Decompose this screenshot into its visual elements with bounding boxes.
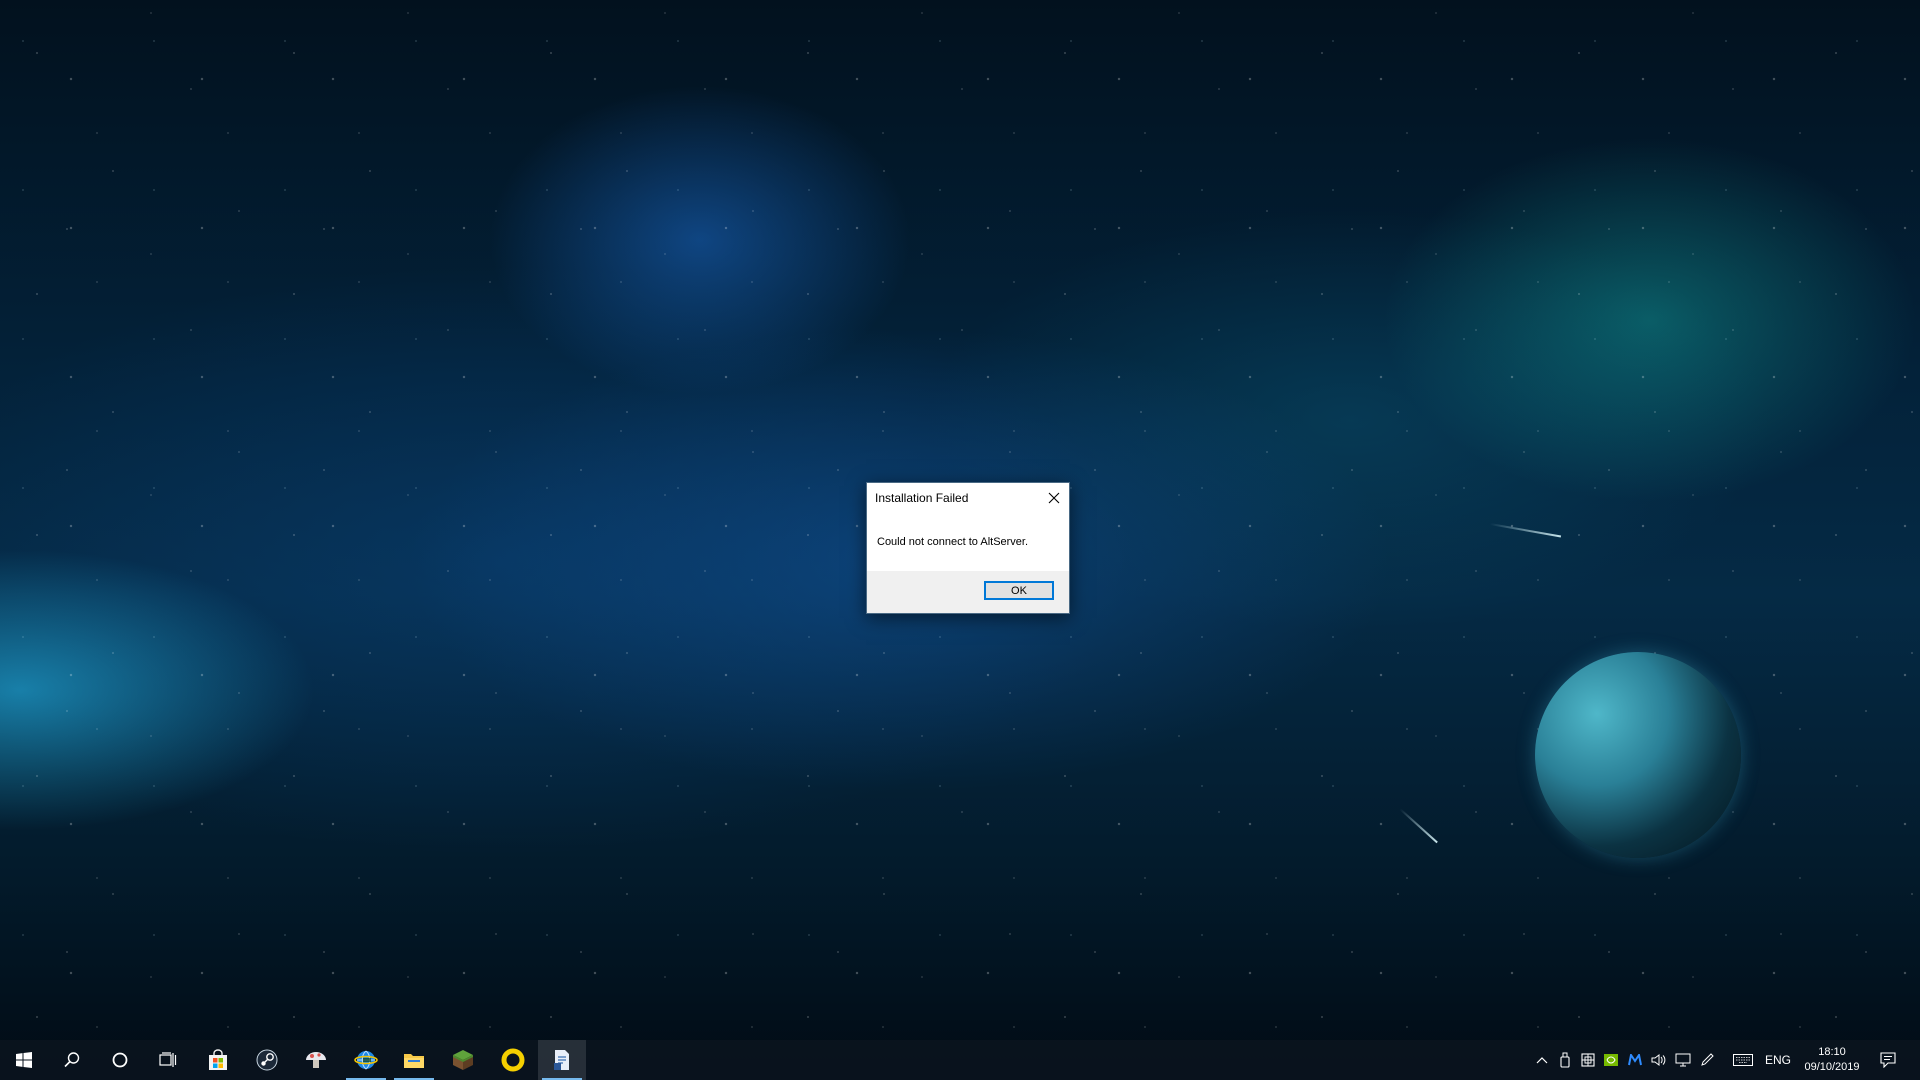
- mushroom-icon: [306, 1052, 326, 1068]
- taskbar-app-globe[interactable]: [342, 1040, 390, 1080]
- speaker-icon: [1651, 1054, 1666, 1066]
- store-bag-icon: [209, 1049, 227, 1070]
- close-icon: [1048, 492, 1060, 504]
- tray-usb[interactable]: [1556, 1040, 1574, 1080]
- tray-nvidia[interactable]: [1602, 1040, 1620, 1080]
- clock-time: 18:10: [1818, 1046, 1846, 1058]
- show-hidden-icons-button[interactable]: [1533, 1040, 1551, 1080]
- action-center-button[interactable]: [1874, 1040, 1902, 1080]
- shield-icon: [1581, 1053, 1595, 1067]
- dialog-title-bar[interactable]: Installation Failed: [867, 483, 1069, 513]
- dialog-close-button[interactable]: [1039, 483, 1069, 513]
- pen-icon: [1701, 1053, 1714, 1066]
- task-view-icon: [159, 1052, 177, 1067]
- globe-icon: [354, 1050, 378, 1070]
- start-button[interactable]: [0, 1040, 48, 1080]
- taskbar-file-explorer[interactable]: [390, 1040, 438, 1080]
- grass-block-icon: [453, 1050, 473, 1070]
- task-view-button[interactable]: [144, 1040, 192, 1080]
- tray-language[interactable]: ENG: [1762, 1040, 1794, 1080]
- taskbar-steam[interactable]: [243, 1040, 291, 1080]
- document-icon: [554, 1050, 569, 1070]
- cortana-button[interactable]: [96, 1040, 144, 1080]
- tray-volume[interactable]: [1650, 1040, 1668, 1080]
- notification-icon: [1880, 1052, 1896, 1068]
- dialog-title: Installation Failed: [875, 491, 969, 505]
- keyboard-icon: [1733, 1054, 1753, 1066]
- taskbar-minecraft[interactable]: [439, 1040, 487, 1080]
- network-icon: [1675, 1053, 1691, 1067]
- nvidia-icon: [1604, 1054, 1618, 1066]
- cortana-circle-icon: [112, 1052, 128, 1068]
- tray-malwarebytes[interactable]: [1626, 1040, 1644, 1080]
- planet: [1535, 652, 1741, 858]
- folder-icon: [404, 1054, 424, 1068]
- search-button[interactable]: [48, 1040, 96, 1080]
- tray-security[interactable]: [1579, 1040, 1597, 1080]
- taskbar-clock[interactable]: 18:10 09/10/2019: [1800, 1040, 1864, 1080]
- taskbar: ENG 18:10 09/10/2019: [0, 1040, 1920, 1080]
- installation-failed-dialog: Installation Failed Could not connect to…: [866, 482, 1070, 614]
- yellow-ring-icon: [501, 1048, 525, 1072]
- clock-date: 09/10/2019: [1804, 1061, 1860, 1073]
- steam-icon: [256, 1049, 278, 1071]
- taskbar-document-app[interactable]: [538, 1040, 586, 1080]
- windows-logo-icon: [16, 1052, 32, 1068]
- ok-button[interactable]: OK: [984, 581, 1054, 600]
- malwarebytes-icon: [1628, 1054, 1642, 1066]
- tray-pen[interactable]: [1698, 1040, 1716, 1080]
- tray-network[interactable]: [1674, 1040, 1692, 1080]
- taskbar-app-mushroom[interactable]: [292, 1040, 340, 1080]
- dialog-footer: OK: [867, 571, 1069, 613]
- taskbar-store[interactable]: [194, 1040, 242, 1080]
- usb-drive-icon: [1560, 1052, 1570, 1068]
- search-icon: [64, 1052, 80, 1068]
- dialog-message: Could not connect to AltServer.: [877, 536, 1029, 548]
- taskbar-app-ring[interactable]: [489, 1040, 537, 1080]
- tray-touch-keyboard[interactable]: [1731, 1040, 1755, 1080]
- chevron-up-icon: [1536, 1057, 1548, 1064]
